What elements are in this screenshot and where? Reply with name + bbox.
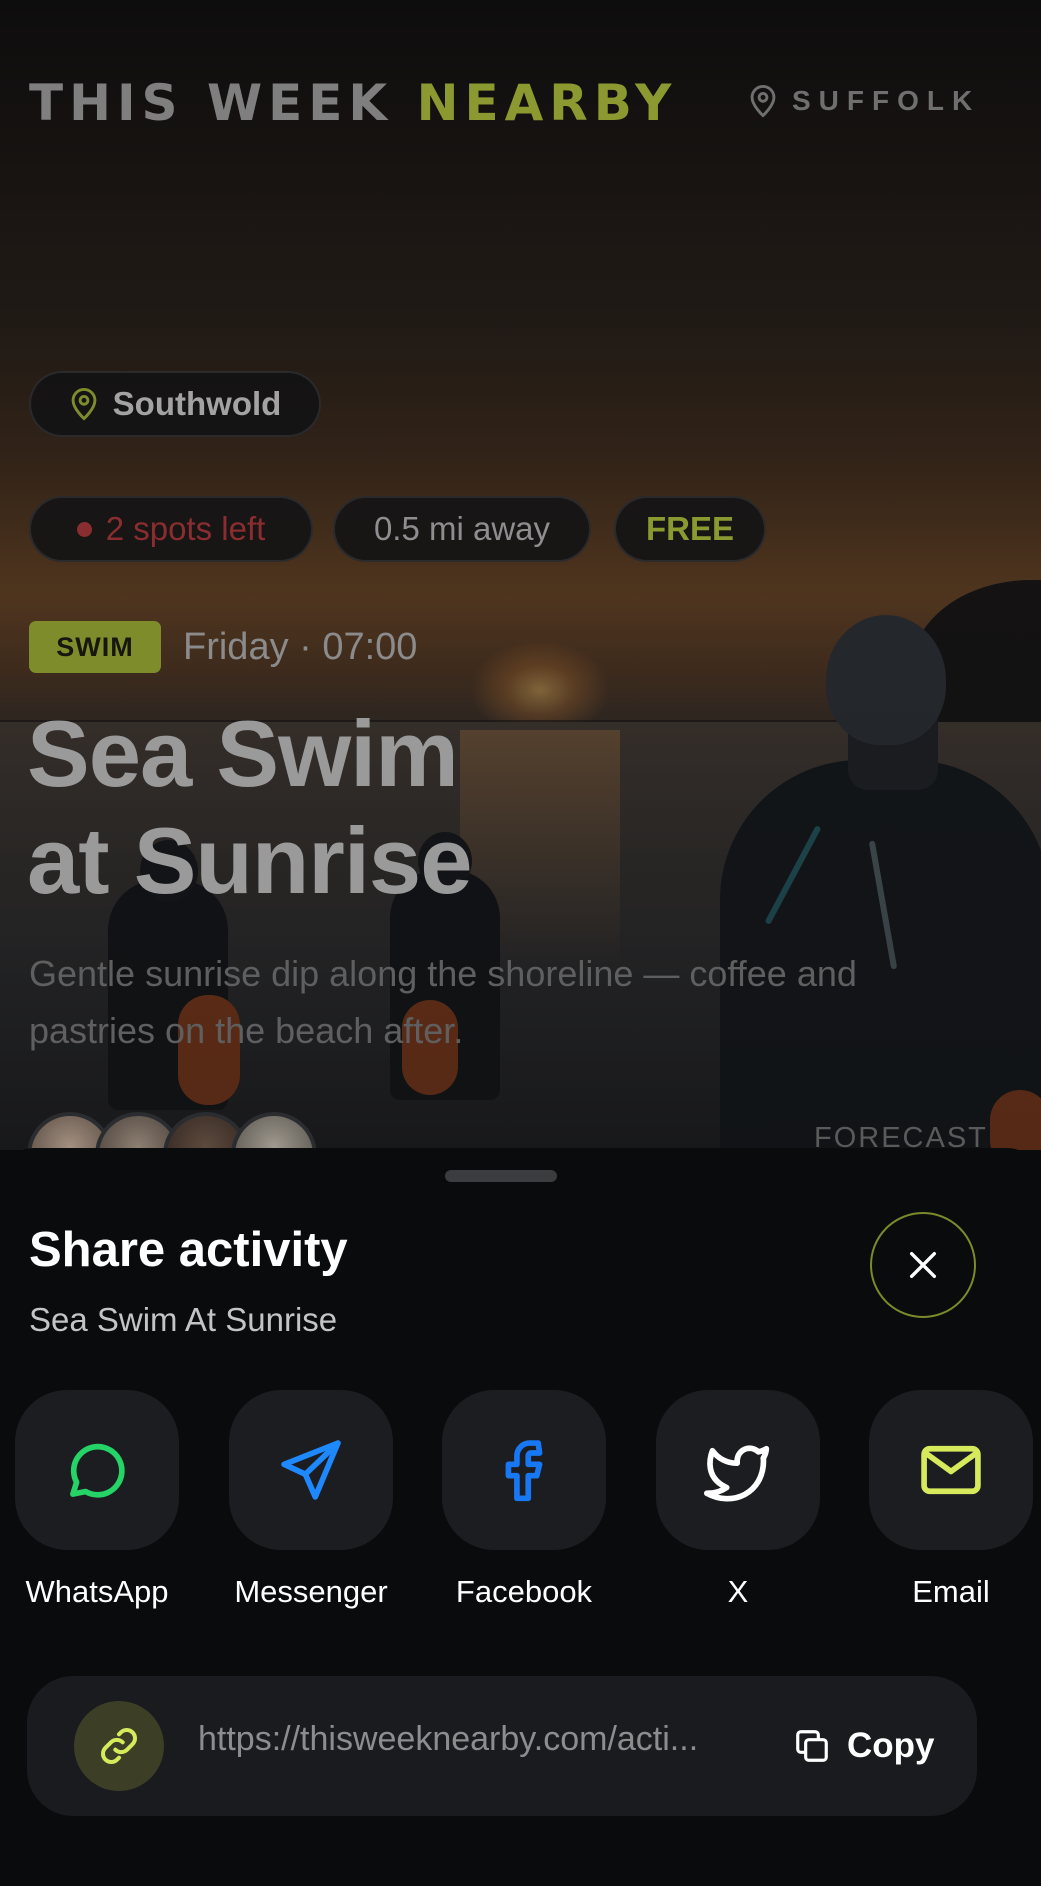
activity-description: Gentle sunrise dip along the shoreline —… <box>29 953 857 1051</box>
share-option-messenger[interactable]: Messenger <box>229 1390 393 1610</box>
activity-title: Sea Swim at Sunrise <box>27 700 727 914</box>
share-option-x[interactable]: X <box>656 1390 820 1610</box>
spots-left-label: 2 spots left <box>105 510 266 547</box>
copy-icon <box>796 1730 828 1762</box>
share-option-tile <box>442 1390 606 1550</box>
messenger-icon <box>281 1440 341 1500</box>
alert-dot-icon <box>76 521 92 537</box>
share-option-whatsapp[interactable]: WhatsApp <box>15 1390 179 1610</box>
app-brand: THIS WEEK NEARBY <box>29 74 677 132</box>
close-button[interactable] <box>870 1212 976 1318</box>
sheet-subtitle: Sea Swim At Sunrise <box>29 1301 338 1338</box>
spots-left-badge: 2 spots left <box>29 496 313 562</box>
share-option-label: X <box>727 1574 749 1609</box>
share-option-tile <box>15 1390 179 1550</box>
sheet-drag-handle[interactable] <box>445 1170 557 1182</box>
price-badge: FREE <box>614 496 766 562</box>
link-icon <box>101 1728 137 1764</box>
location-label: Southwold <box>112 385 282 422</box>
region-label: SUFFOLK <box>792 85 981 116</box>
sheet-title: Share activity <box>29 1223 348 1277</box>
share-option-label: Facebook <box>455 1574 593 1609</box>
share-option-tile <box>656 1390 820 1550</box>
activity-title-line1: Sea Swim <box>27 701 459 806</box>
link-badge <box>74 1701 164 1791</box>
brand-primary: THIS WEEK <box>29 74 394 132</box>
map-pin-icon <box>750 85 776 118</box>
share-option-email[interactable]: Email <box>869 1390 1033 1610</box>
x-icon <box>704 1445 770 1502</box>
category-tag: SWIM <box>29 621 161 673</box>
share-option-label: Email <box>912 1574 990 1609</box>
share-option-tile <box>229 1390 393 1550</box>
copy-label: Copy <box>847 1726 935 1765</box>
distance-label: 0.5 mi away <box>373 510 551 547</box>
email-icon <box>921 1445 981 1495</box>
region-selector[interactable]: SUFFOLK <box>748 84 980 118</box>
share-option-tile <box>869 1390 1033 1550</box>
close-icon <box>909 1251 937 1279</box>
facebook-icon <box>505 1440 543 1502</box>
share-option-label: WhatsApp <box>25 1574 169 1609</box>
share-link-bar: https://thisweeknearby.com/acti... Copy <box>27 1676 977 1816</box>
activity-datetime: Friday · 07:00 <box>183 626 418 668</box>
share-bottom-sheet: Share activity Sea Swim At Sunrise Whats… <box>0 1148 1041 1886</box>
copy-link-button[interactable]: Copy <box>787 1711 941 1781</box>
map-pin-icon <box>71 388 97 421</box>
whatsapp-icon <box>70 1443 125 1498</box>
share-url[interactable]: https://thisweeknearby.com/acti... <box>198 1720 758 1759</box>
share-option-label: Messenger <box>234 1574 388 1609</box>
location-pill[interactable]: Southwold <box>29 371 321 437</box>
share-option-facebook[interactable]: Facebook <box>442 1390 606 1610</box>
distance-badge: 0.5 mi away <box>333 496 591 562</box>
activity-title-line2: at Sunrise <box>27 808 472 913</box>
brand-accent: NEARBY <box>416 74 678 132</box>
price-label: FREE <box>645 510 734 547</box>
